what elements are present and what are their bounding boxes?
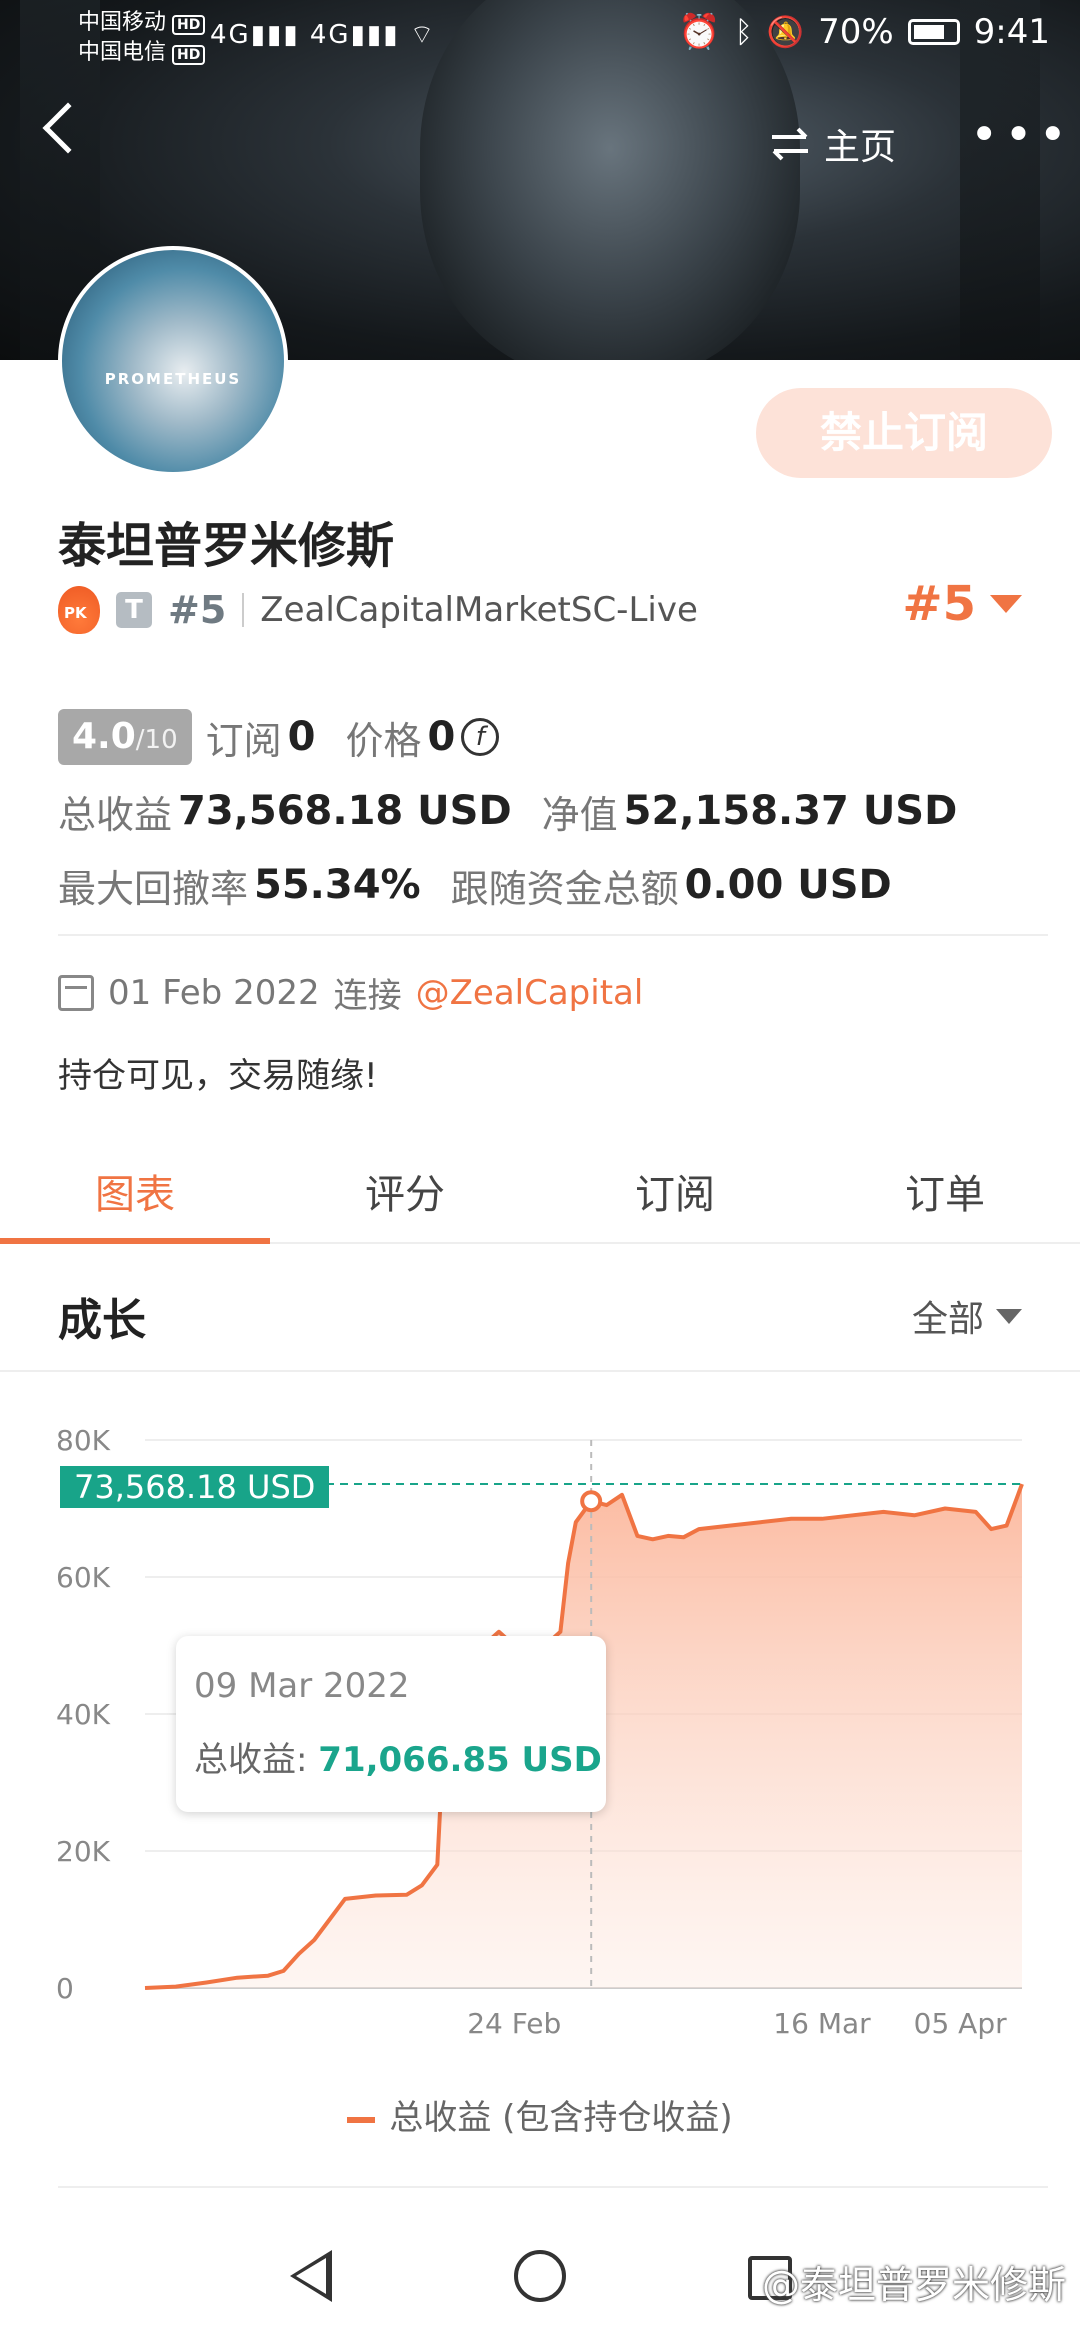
price-label: 价格 [345,718,422,763]
rank-value: #5 [902,576,976,632]
score-badge: 4.0/10 [58,709,192,765]
status-right: ⏰ ᛒ 🔕 70% 9:41 [678,12,1050,52]
equity-label: 净值 [541,792,618,837]
price-value: 0 [427,714,456,760]
tab-chart[interactable]: 图表 [0,1150,270,1244]
caret-down-icon [990,595,1022,613]
coin-icon: f [461,718,500,756]
caret-down-icon [996,1308,1022,1324]
account-type-badge: T [116,592,152,628]
subscribe-count: 0 [287,714,316,760]
follow-funds-value: 0.00 USD [684,862,892,908]
swap-icon [772,127,808,161]
home-button[interactable]: 主页 [770,118,896,170]
subscribe-count-label: 订阅 [205,718,282,763]
legend-swatch [347,2116,376,2123]
hd-badge: HD [172,45,206,65]
range-filter-dropdown[interactable]: 全部 [912,1290,1022,1342]
stat-line-score: 4.0/10 订阅 0 价格 0 f [58,700,1048,774]
y-tick-label: 20K [56,1835,111,1868]
tab-orders[interactable]: 订单 [810,1150,1080,1242]
y-tick-label: 60K [56,1561,111,1594]
y-tick-label: 80K [56,1424,111,1457]
equity-value: 52,158.37 USD [623,788,958,834]
mention-link[interactable]: @ZealCapital [416,973,644,1013]
more-menu-icon[interactable]: ••• [970,111,1073,159]
server-name: ZealCapitalMarketSC-Live [260,590,698,630]
divider [58,934,1048,936]
tooltip-label: 总收益: [194,1740,308,1780]
stats-panel: 4.0/10 订阅 0 价格 0 f 总收益 73,568.18 USD 净值 … [58,700,1048,922]
y-tick-label: 0 [56,1972,74,2005]
signal-icon: 4G▮▮▮ 4G▮▮▮ ⌔ [210,20,437,50]
pk-fire-icon[interactable]: PK [58,586,100,634]
tab-rating[interactable]: 评分 [270,1150,540,1242]
rank-dropdown[interactable]: #5 [902,576,1022,632]
chart-tooltip: 09 Mar 2022 总收益: 71,066.85 USD [176,1636,606,1812]
calendar-icon [58,974,94,1011]
top-nav: 主页 ••• [0,100,1080,180]
section-title: 成长 [58,1295,146,1346]
highlight-point [580,1490,603,1513]
back-arrow-icon[interactable] [42,102,94,154]
home-label: 主页 [824,127,897,168]
nav-back-icon[interactable] [290,2250,332,2302]
tooltip-value-row: 总收益: 71,066.85 USD [194,1732,602,1781]
stat-line-drawdown: 最大回撤率 55.34% 跟随资金总额 0.00 USD [58,848,1048,922]
connection-info: 01 Feb 2022 连接 @ZealCapital [58,968,643,1017]
x-tick-label: 16 Mar [773,2007,871,2040]
carrier-1: 中国移动 [78,10,167,35]
bluetooth-icon: ᛒ [734,14,753,50]
subscribe-disabled-button[interactable]: 禁止订阅 [756,388,1052,478]
divider [58,2186,1048,2188]
connection-date: 01 Feb 2022 [108,972,320,1013]
total-profit-label: 总收益 [58,792,173,837]
connect-label: 连接 [333,976,402,1016]
chart-legend[interactable]: 总收益 (包含持仓收益) [0,2090,1080,2139]
divider [242,593,245,627]
tab-bar: 图表 评分 订阅 订单 [0,1150,1080,1244]
current-value-tag: 73,568.18 USD [60,1466,330,1508]
max-drawdown-value: 55.34% [254,862,421,908]
avatar-logo-text: PROMETHEUS [104,370,242,388]
x-tick-label: 24 Feb [467,2007,561,2040]
tooltip-value: 71,066.85 USD [318,1740,602,1780]
total-profit-value: 73,568.18 USD [178,788,512,834]
battery-percent: 70% [818,12,894,52]
carrier-2: 中国电信 [78,40,167,65]
tab-subscriptions[interactable]: 订阅 [540,1150,810,1242]
profile-description: 持仓可见，交易随缘! [58,1056,378,1096]
carrier-info: 中国移动 HD 中国电信 HD [78,8,206,68]
stat-line-profit: 总收益 73,568.18 USD 净值 52,158.37 USD [58,774,1048,848]
hd-badge: HD [172,15,206,35]
follow-funds-label: 跟随资金总额 [450,866,679,911]
y-tick-label: 40K [56,1698,111,1731]
profile-meta: PK T #5 ZealCapitalMarketSC-Live [58,580,698,640]
clock: 9:41 [973,12,1050,52]
page-title: 泰坦普罗米修斯 [58,518,395,574]
tooltip-date: 09 Mar 2022 [194,1666,410,1706]
system-nav-bar: @泰坦普罗米修斯 [0,2220,1080,2340]
mute-icon: 🔕 [766,14,805,50]
max-drawdown-label: 最大回撤率 [58,866,249,911]
avatar[interactable]: PROMETHEUS [58,246,288,476]
rank-label: #5 [168,588,227,632]
x-tick-label: 05 Apr [914,2007,1007,2040]
legend-label: 总收益 (包含持仓收益) [389,2098,733,2138]
battery-icon [907,19,960,45]
growth-section-header: 成长 全部 [0,1246,1080,1372]
status-bar: 中国移动 HD 中国电信 HD 4G▮▮▮ 4G▮▮▮ ⌔ ⏰ ᛒ 🔕 70% 9:… [0,0,1080,70]
alarm-icon: ⏰ [678,12,721,52]
watermark: @泰坦普罗米修斯 [761,2263,1066,2307]
nav-home-icon[interactable] [514,2250,566,2302]
range-filter-label: 全部 [911,1299,984,1340]
